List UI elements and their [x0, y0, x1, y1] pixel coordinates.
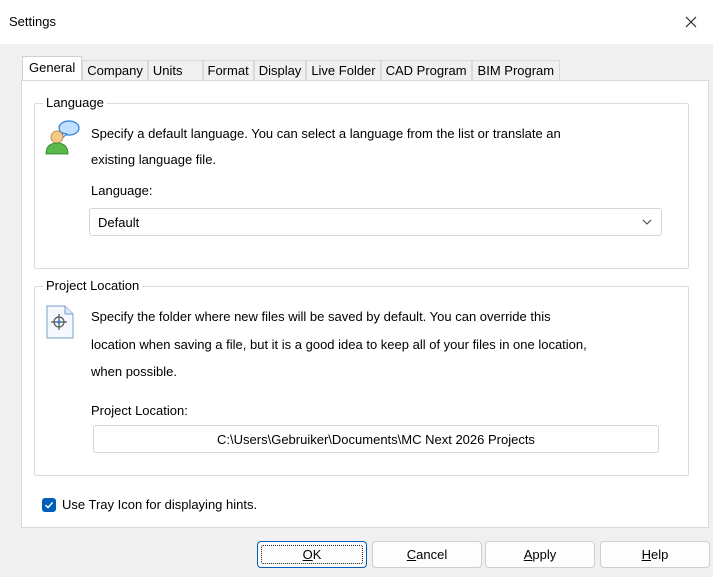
tab-general[interactable]: General: [22, 56, 83, 80]
title-bar: Settings: [0, 0, 713, 44]
window-title: Settings: [9, 14, 56, 29]
tab-cad-program[interactable]: CAD Program: [380, 60, 472, 80]
project-location-field-label: Project Location:: [91, 403, 188, 418]
tab-units[interactable]: Units: [147, 60, 203, 80]
cancel-button[interactable]: Cancel: [372, 541, 482, 568]
language-field-label: Language:: [91, 183, 153, 198]
tab-live-folder[interactable]: Live Folder: [306, 60, 381, 80]
project-location-group: Project Location Specify the folder wher…: [34, 278, 689, 476]
language-group-title: Language: [43, 95, 107, 110]
language-select-value: Default: [98, 215, 140, 230]
project-description-line1: Specify the folder where new files will …: [91, 309, 551, 324]
language-description-line2: existing language file.: [91, 152, 217, 167]
tab-strip: General Company Units Format Display Liv…: [22, 56, 561, 80]
project-location-value: C:\Users\Gebruiker\Documents\MC Next 202…: [217, 431, 535, 447]
apply-label-rest: pply: [532, 547, 557, 562]
checkmark-icon: [44, 501, 54, 509]
tray-icon-checkbox[interactable]: [42, 498, 56, 512]
language-select[interactable]: Default: [89, 208, 662, 236]
cancel-label-rest: ancel: [416, 547, 448, 562]
language-description-line1: Specify a default language. You can sele…: [91, 126, 561, 141]
help-button[interactable]: Help: [600, 541, 710, 568]
tab-format[interactable]: Format: [202, 60, 254, 80]
language-group: Language Specify a default language. You…: [34, 95, 689, 269]
tab-display[interactable]: Display: [253, 60, 307, 80]
ok-mnemonic: O: [302, 547, 313, 562]
cancel-mnemonic: C: [406, 547, 417, 562]
project-location-field[interactable]: C:\Users\Gebruiker\Documents\MC Next 202…: [93, 425, 659, 453]
help-mnemonic: H: [641, 547, 652, 562]
settings-dialog: Settings General Company Units Format Di…: [0, 0, 713, 577]
ok-button[interactable]: OK: [257, 541, 367, 568]
tab-company[interactable]: Company: [82, 60, 148, 80]
help-label-rest: elp: [651, 547, 669, 562]
project-description-line3: when possible.: [91, 364, 177, 379]
close-button[interactable]: [669, 0, 713, 44]
project-description-line2: location when saving a file, but it is a…: [91, 337, 587, 352]
folder-target-icon: [45, 305, 75, 342]
apply-mnemonic: A: [523, 547, 533, 562]
apply-button[interactable]: Apply: [485, 541, 595, 568]
chevron-down-icon: [642, 219, 652, 225]
tab-bim-program[interactable]: BIM Program: [471, 60, 561, 80]
language-icon: [43, 118, 81, 159]
project-location-group-title: Project Location: [43, 278, 143, 293]
close-icon: [685, 16, 697, 28]
general-tab-panel: Language Specify a default language. You…: [21, 80, 709, 528]
ok-label-rest: K: [312, 547, 322, 562]
tray-icon-label: Use Tray Icon for displaying hints.: [62, 497, 258, 512]
